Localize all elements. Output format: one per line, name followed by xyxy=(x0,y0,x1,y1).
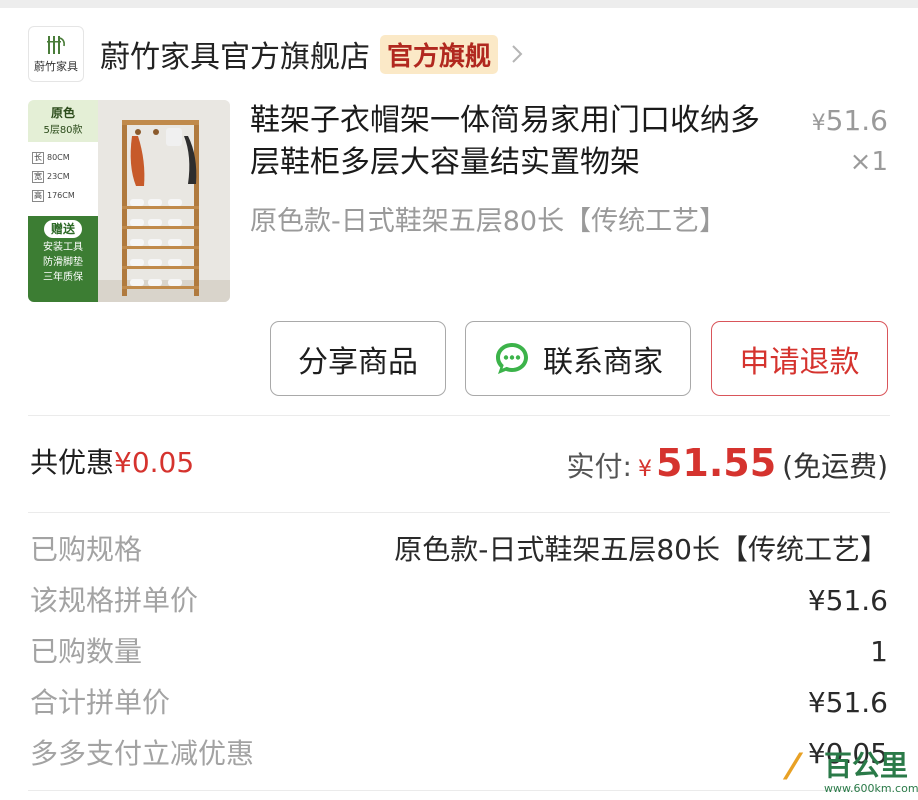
thumbnail-info-panel: 原色 5层80款 长 80CM 宽 23CM 高 176CM 赠送 安装工具 防… xyxy=(28,100,98,302)
divider xyxy=(28,415,890,416)
total-discount: 共优惠¥0.05 xyxy=(30,440,194,486)
thumbnail-color-spec: 5层80款 xyxy=(43,125,83,136)
dimension-value: 176CM xyxy=(47,191,75,200)
discount-value: ¥0.05 xyxy=(114,446,195,479)
thumbnail-gift-panel: 赠送 安装工具 防滑脚垫 三年质保 xyxy=(28,216,98,302)
amount-paid: 实付: ¥ 51.55 (免运费) xyxy=(567,436,889,497)
detail-value: 1 xyxy=(870,635,888,668)
detail-row: 已购规格 原色款-日式鞋架五层80长【传统工艺】 xyxy=(30,524,888,575)
dimension-key: 长 xyxy=(32,151,44,164)
request-refund-button[interactable]: 申请退款 xyxy=(711,321,888,396)
paid-amount: 51.55 xyxy=(655,441,777,485)
paid-label: 实付: xyxy=(566,450,632,483)
store-name[interactable]: 蔚竹家具官方旗舰店 xyxy=(100,32,370,76)
detail-label: 该规格拼单价 xyxy=(30,584,199,617)
watermark-logo-icon: ⁄ xyxy=(790,747,797,788)
detail-value: ¥51.6 xyxy=(807,686,888,719)
paid-currency: ¥ xyxy=(637,457,652,482)
watermark-text: 百公里 xyxy=(824,749,909,782)
store-logo-text: 蔚竹家具 xyxy=(34,60,78,73)
detail-label: 已购数量 xyxy=(30,635,143,668)
contact-merchant-button[interactable]: 联系商家 xyxy=(465,321,691,396)
thumbnail-dimensions: 长 80CM 宽 23CM 高 176CM xyxy=(32,148,98,205)
chat-bubble-icon xyxy=(496,342,528,374)
product-thumbnail[interactable]: 原色 5层80款 长 80CM 宽 23CM 高 176CM 赠送 安装工具 防… xyxy=(28,100,230,302)
dimension-row: 高 176CM xyxy=(32,186,98,205)
price-value: 51.6 xyxy=(825,104,888,137)
share-product-button[interactable]: 分享商品 xyxy=(270,321,446,396)
store-header[interactable]: 蔚竹家具 蔚竹家具官方旗舰店 官方旗舰 xyxy=(28,26,524,82)
gift-title: 赠送 xyxy=(44,220,82,238)
official-store-badge: 官方旗舰 xyxy=(380,34,499,74)
detail-row: 该规格拼单价 ¥51.6 xyxy=(30,575,888,626)
store-logo: 蔚竹家具 xyxy=(28,26,84,82)
divider xyxy=(28,512,890,513)
product-title[interactable]: 鞋架子衣帽架一体简易家用门口收纳多层鞋柜多层大容量结实置物架 xyxy=(250,100,780,184)
gift-line: 安装工具 xyxy=(43,242,83,253)
product-spec: 原色款-日式鞋架五层80长【传统工艺】 xyxy=(250,206,727,237)
order-details: 已购规格 原色款-日式鞋架五层80长【传统工艺】 该规格拼单价 ¥51.6 已购… xyxy=(30,524,888,779)
product-quantity: ×1 xyxy=(849,147,888,177)
dimension-key: 高 xyxy=(32,189,44,202)
gift-line: 防滑脚垫 xyxy=(43,257,83,268)
dimension-value: 80CM xyxy=(47,153,70,162)
product-unit-price: ¥51.6 xyxy=(812,100,888,145)
bamboo-logo-icon xyxy=(47,36,65,54)
shipping-note: (免运费) xyxy=(782,450,888,483)
thumbnail-color-name: 原色 xyxy=(50,106,75,120)
dimension-row: 长 80CM xyxy=(32,148,98,167)
detail-row: 多多支付立减优惠 ¥0.05 xyxy=(30,728,888,779)
contact-merchant-label: 联系商家 xyxy=(543,344,663,380)
dimension-value: 23CM xyxy=(47,172,70,181)
divider xyxy=(28,790,890,791)
price-currency: ¥ xyxy=(811,111,826,136)
detail-label: 已购规格 xyxy=(30,533,143,566)
gift-line: 三年质保 xyxy=(43,272,83,283)
detail-row: 合计拼单价 ¥51.6 xyxy=(30,677,888,728)
discount-label: 共优惠 xyxy=(30,446,115,479)
detail-label: 多多支付立减优惠 xyxy=(30,737,255,770)
site-watermark: ⁄ 百公里 www.600km.com xyxy=(790,747,918,796)
dimension-key: 宽 xyxy=(32,170,44,183)
shoe-rack-illustration xyxy=(122,120,199,296)
top-status-strip xyxy=(0,0,918,8)
dimension-row: 宽 23CM xyxy=(32,167,98,186)
detail-value: 原色款-日式鞋架五层80长【传统工艺】 xyxy=(394,533,888,566)
detail-value: ¥51.6 xyxy=(807,584,888,617)
detail-row: 已购数量 1 xyxy=(30,626,888,677)
watermark-url: www.600km.com xyxy=(824,782,918,795)
chevron-right-icon[interactable] xyxy=(510,43,524,65)
detail-label: 合计拼单价 xyxy=(30,686,171,719)
thumbnail-color-header: 原色 5层80款 xyxy=(28,100,98,142)
